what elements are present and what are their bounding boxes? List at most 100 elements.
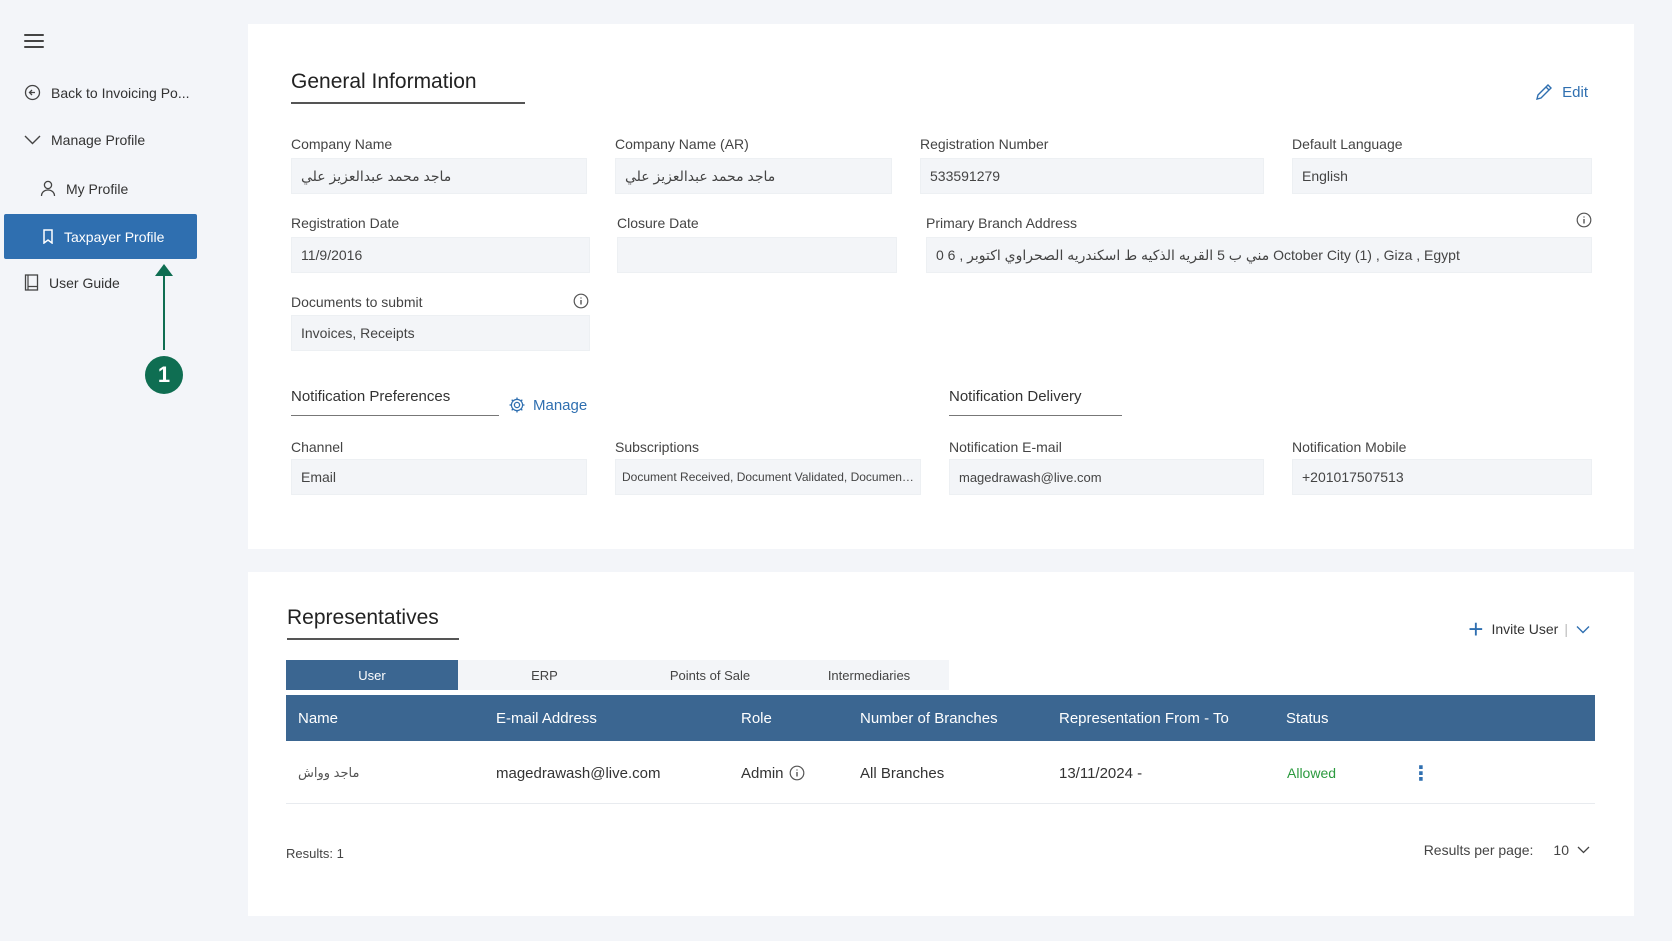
default-language-label: Default Language [1292,136,1403,152]
invite-user-button[interactable]: + Invite User | [1468,616,1590,642]
column-header-role[interactable]: Role [741,695,772,741]
bookmark-icon [43,229,53,244]
sidebar-item-back[interactable]: Back to Invoicing Po... [24,84,190,101]
results-per-page-label: Results per page: [1423,842,1534,858]
tab-user[interactable]: User [286,660,458,690]
notification-email-field: magedrawash@live.com [949,459,1264,495]
column-header-email[interactable]: E-mail Address [496,695,597,741]
invite-user-label: Invite User [1491,621,1559,637]
closure-date-field [617,237,897,273]
column-header-name[interactable]: Name [298,695,338,741]
status-badge: Allowed [1287,765,1337,781]
sidebar-item-label: Back to Invoicing Po... [51,84,190,101]
sidebar: Back to Invoicing Po... Manage Profile M… [0,0,205,941]
representatives-card: Representatives + Invite User | User ERP… [248,572,1634,916]
company-name-ar-value: ماجد محمد عبدالعزيز علي [625,167,776,184]
default-language-field: English [1292,158,1592,194]
general-information-card: General Information Edit Company Name ما… [248,24,1634,549]
sidebar-item-label: My Profile [66,180,129,197]
default-language-value: English [1302,168,1348,184]
pencil-icon [1536,84,1553,100]
column-header-status[interactable]: Status [1286,695,1329,741]
subscriptions-field: Document Received, Document Validated, D… [615,459,921,495]
tab-erp[interactable]: ERP [458,660,631,690]
step-badge: 1 [145,356,183,394]
representative-tabs: User ERP Points of Sale Intermediaries [286,660,949,690]
general-information-title: General Information [291,70,525,104]
notification-email-label: Notification E-mail [949,439,1062,455]
user-icon [40,180,56,197]
notification-email-value: magedrawash@live.com [959,469,1102,485]
notification-preferences-title: Notification Preferences [291,388,499,416]
sidebar-item-taxpayer-profile[interactable]: Taxpayer Profile [4,214,197,259]
documents-to-submit-label: Documents to submit [291,294,423,310]
menu-icon[interactable] [24,34,44,50]
channel-value: Email [301,469,337,485]
cell-role: Admin [741,742,805,804]
notification-mobile-field: +201017507513 [1292,459,1592,495]
edit-label: Edit [1562,83,1588,101]
channel-field: Email [291,459,587,495]
info-icon[interactable] [573,293,589,309]
sidebar-item-manage-profile[interactable]: Manage Profile [24,132,145,148]
tab-points-of-sale[interactable]: Points of Sale [631,660,789,690]
column-header-representation[interactable]: Representation From - To [1059,695,1229,741]
channel-label: Channel [291,439,344,455]
company-name-value: ماجد محمد عبدالعزيز علي [301,167,452,184]
registration-number-label: Registration Number [920,136,1049,152]
documents-to-submit-value: Invoices, Receipts [301,325,415,341]
notification-mobile-label: Notification Mobile [1292,439,1407,455]
sidebar-item-my-profile[interactable]: My Profile [40,180,128,197]
registration-date-field: 11/9/2016 [291,237,590,273]
arrow-left-circle-icon [24,84,41,101]
cell-name: ماجد وواش [298,765,360,780]
invite-separator: | [1564,621,1568,637]
sidebar-item-label: Manage Profile [51,132,146,148]
company-name-ar-label: Company Name (AR) [615,136,749,152]
primary-branch-address-value: 0 6 , مني ب 5 القريه الذكيه ط اسكندريه ا… [936,246,1460,263]
cell-representation: 13/11/2024 - [1059,764,1143,782]
representatives-title: Representatives [287,606,459,640]
table-header: Name E-mail Address Role Number of Branc… [286,695,1595,741]
company-name-label: Company Name [291,136,393,152]
primary-branch-address-field: 0 6 , مني ب 5 القريه الذكيه ط اسكندريه ا… [926,237,1592,273]
primary-branch-address-label: Primary Branch Address [926,215,1077,231]
plus-icon: + [1468,614,1484,644]
row-actions-icon[interactable]: ⋮ [1411,742,1431,804]
notification-mobile-value: +201017507513 [1302,469,1404,485]
results-per-page: Results per page: 10 [1424,842,1590,858]
subscriptions-value: Document Received, Document Validated, D… [622,470,914,484]
sidebar-item-user-guide[interactable]: User Guide [24,274,120,291]
chevron-down-icon [24,135,41,145]
documents-to-submit-field: Invoices, Receipts [291,315,590,351]
annotation-arrow-head [155,264,173,276]
results-per-page-select[interactable]: 10 [1553,842,1590,858]
sidebar-item-label: Taxpayer Profile [64,228,165,245]
company-name-field: ماجد محمد عبدالعزيز علي [291,158,587,194]
gear-icon [509,397,525,413]
cell-email: magedrawash@live.com [496,764,661,782]
manage-label: Manage [533,396,588,414]
subscriptions-label: Subscriptions [615,439,700,455]
annotation-arrow-line [163,270,165,350]
company-name-ar-field: ماجد محمد عبدالعزيز علي [615,158,892,194]
registration-number-field: 533591279 [920,158,1264,194]
book-icon [24,274,39,291]
column-header-branches[interactable]: Number of Branches [860,695,998,741]
registration-date-label: Registration Date [291,215,400,231]
registration-date-value: 11/9/2016 [301,247,363,263]
results-per-page-value: 10 [1553,842,1569,858]
info-icon[interactable] [789,765,805,781]
closure-date-label: Closure Date [617,215,699,231]
chevron-down-icon[interactable] [1576,625,1590,634]
tab-intermediaries[interactable]: Intermediaries [789,660,949,690]
sidebar-item-label: User Guide [49,274,120,291]
info-icon[interactable] [1576,212,1592,228]
table-row: ماجد وواش magedrawash@live.com Admin All… [286,742,1595,804]
registration-number-value: 533591279 [930,168,1001,184]
notification-delivery-title: Notification Delivery [949,388,1122,416]
role-value: Admin [741,764,784,782]
cell-branches: All Branches [860,764,945,782]
manage-notifications-button[interactable]: Manage [508,396,587,414]
edit-button[interactable]: Edit [1534,82,1588,102]
